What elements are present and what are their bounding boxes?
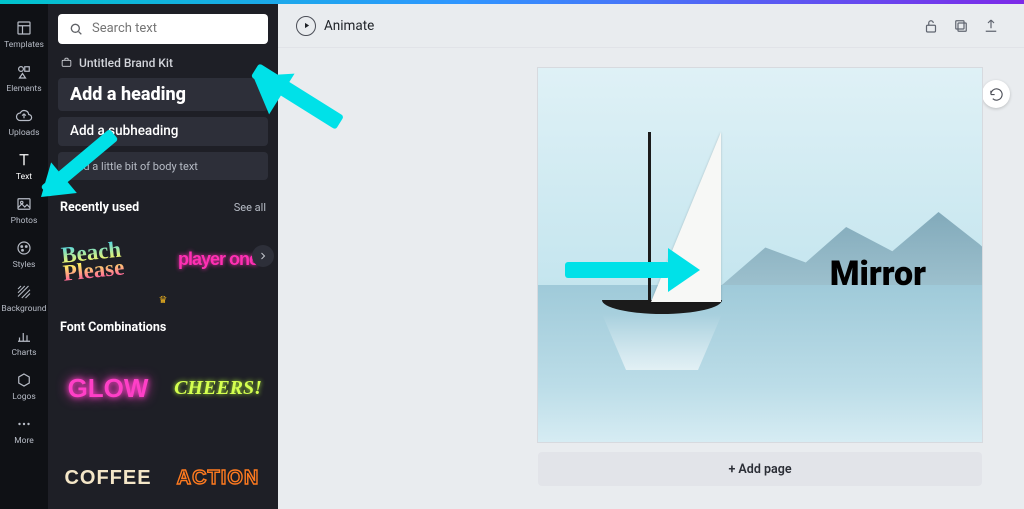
text-style-thumb[interactable]: COFFEE: [62, 447, 154, 509]
add-body-label: Add a little bit of body text: [70, 160, 198, 173]
more-icon: [15, 415, 33, 433]
rail-background[interactable]: Background: [0, 276, 48, 320]
search-input[interactable]: [92, 21, 258, 36]
rail-more[interactable]: More: [0, 408, 48, 452]
rail-label: Charts: [11, 348, 36, 358]
thumb-label: ACTION: [177, 467, 260, 490]
photos-icon: [15, 195, 33, 213]
editor-stage: Animate Mirror + Add page: [278, 4, 1024, 509]
add-page-label: + Add page: [728, 462, 791, 477]
rail-label: Elements: [6, 84, 41, 94]
add-subheading-label: Add a subheading: [70, 123, 178, 139]
boat-sail: [651, 132, 721, 302]
duplicate-icon: [952, 17, 970, 35]
upload-icon: [982, 17, 1000, 35]
text-style-thumb[interactable]: Beach Please: [62, 229, 154, 291]
font-combinations-header: Font Combinations: [60, 320, 266, 335]
combo-thumb-row-2: COFFEE ACTION: [58, 419, 268, 509]
text-icon: [15, 151, 33, 169]
animate-button[interactable]: Animate: [296, 16, 374, 36]
design-page[interactable]: Mirror: [538, 68, 982, 442]
add-subheading-button[interactable]: Add a subheading: [58, 117, 268, 147]
export-button[interactable]: [976, 11, 1006, 41]
add-heading-button[interactable]: Add a heading: [58, 78, 268, 111]
rail-label: Photos: [11, 216, 38, 226]
add-body-button[interactable]: Add a little bit of body text: [58, 152, 268, 180]
lock-button[interactable]: [916, 11, 946, 41]
search-bar[interactable]: [58, 14, 268, 44]
rail-text[interactable]: Text: [0, 144, 48, 188]
section-title: Recently used: [60, 200, 139, 215]
add-heading-label: Add a heading: [70, 84, 186, 105]
briefcase-icon: [60, 56, 73, 69]
thumb-label: CHEERS!: [174, 377, 262, 400]
text-style-thumb[interactable]: GLOW: [62, 357, 154, 419]
rail-label: Uploads: [8, 128, 39, 138]
add-page-button[interactable]: + Add page: [538, 452, 982, 486]
rail-templates[interactable]: Templates: [0, 12, 48, 56]
thumb-label: COFFEE: [64, 467, 151, 490]
brand-kit-label: Untitled Brand Kit: [79, 56, 173, 70]
rail-label: Styles: [13, 260, 36, 270]
elements-icon: [15, 63, 33, 81]
templates-icon: [15, 19, 33, 37]
see-all-link[interactable]: See all: [234, 201, 266, 214]
rail-logos[interactable]: Logos: [0, 364, 48, 408]
thumb-label: GLOW: [68, 373, 149, 404]
text-style-thumb[interactable]: player one: [172, 229, 264, 291]
section-title: Font Combinations: [60, 320, 166, 335]
recent-thumb-row: Beach Please player one: [58, 223, 268, 291]
duplicate-page-button[interactable]: [946, 11, 976, 41]
brand-kit-row[interactable]: Untitled Brand Kit: [60, 56, 268, 70]
side-rail: Templates Elements Uploads Text Photos S…: [0, 4, 48, 509]
rail-label: Templates: [4, 40, 44, 50]
combo-thumb-row-1: GLOW CHEERS!: [58, 343, 268, 419]
reset-view-button[interactable]: [982, 80, 1010, 108]
rail-label: Text: [16, 172, 32, 182]
canvas-text-mirror[interactable]: Mirror: [830, 254, 926, 294]
charts-icon: [15, 327, 33, 345]
background-icon: [15, 283, 33, 301]
search-icon: [68, 21, 84, 37]
rail-charts[interactable]: Charts: [0, 320, 48, 364]
bg-sea: [538, 285, 982, 442]
rail-photos[interactable]: Photos: [0, 188, 48, 232]
text-style-thumb[interactable]: CHEERS!: [172, 357, 264, 419]
rail-label: Logos: [12, 392, 35, 402]
rail-label: Background: [1, 304, 46, 314]
canvas-viewport[interactable]: Mirror + Add page: [278, 48, 1024, 509]
animate-label: Animate: [324, 18, 374, 34]
rail-elements[interactable]: Elements: [0, 56, 48, 100]
recently-used-header: Recently used See all: [60, 200, 266, 215]
rail-uploads[interactable]: Uploads: [0, 100, 48, 144]
lock-open-icon: [922, 17, 940, 35]
play-circle-icon: [296, 16, 316, 36]
thumb-label: player one: [178, 252, 258, 267]
rail-label: More: [14, 436, 34, 446]
text-style-thumb[interactable]: ACTION: [172, 447, 264, 509]
logos-icon: [15, 371, 33, 389]
styles-icon: [15, 239, 33, 257]
text-panel: Untitled Brand Kit Add a heading Add a s…: [48, 4, 278, 509]
uploads-icon: [15, 107, 33, 125]
thumb-label: Beach Please: [60, 237, 155, 283]
premium-crown-icon: ♛: [58, 295, 268, 306]
rail-styles[interactable]: Styles: [0, 232, 48, 276]
refresh-icon: [989, 87, 1004, 102]
scroll-right-button[interactable]: [252, 245, 274, 267]
chevron-right-icon: [257, 250, 269, 262]
editor-toolbar: Animate: [278, 4, 1024, 48]
